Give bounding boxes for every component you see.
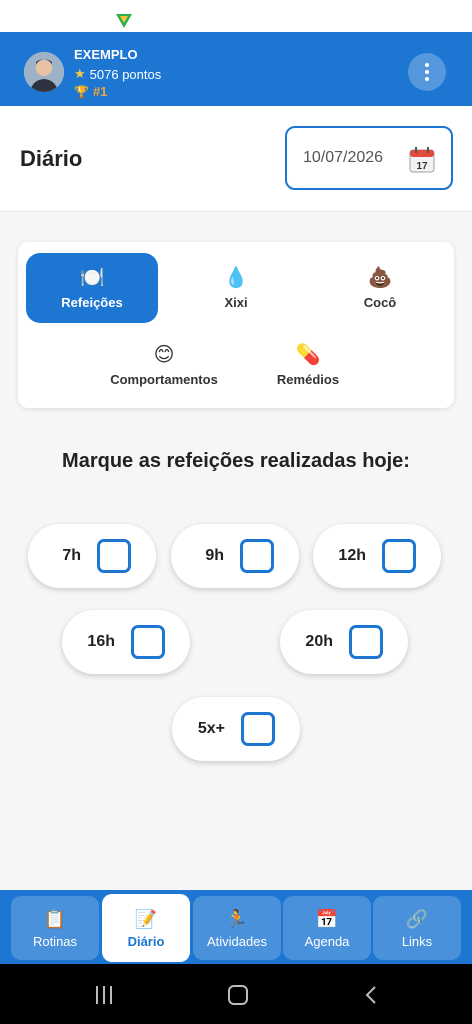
- more-vert-dot: [425, 77, 429, 81]
- category-label: Comportamentos: [110, 371, 218, 387]
- meal-label: 12h: [338, 547, 366, 564]
- category-refeicoes[interactable]: 🍽️ Refeições: [26, 253, 158, 323]
- meal-checkbox[interactable]: [382, 539, 416, 573]
- status-bar: [0, 0, 472, 32]
- memo-icon: 📝: [134, 908, 158, 929]
- meal-12h[interactable]: 12h: [313, 524, 441, 588]
- rank-label: #1: [92, 84, 108, 99]
- link-icon: 🔗: [405, 908, 429, 929]
- meal-label: 20h: [305, 633, 333, 650]
- pill-icon: 💊: [295, 343, 321, 366]
- category-remedios[interactable]: 💊 Remédios: [242, 330, 374, 400]
- meal-checkbox[interactable]: [240, 539, 274, 573]
- more-vert-icon: [425, 63, 429, 67]
- meal-label: 9h: [205, 547, 224, 564]
- category-comportamentos[interactable]: 😊 Comportamentos: [98, 330, 230, 400]
- category-label: Cocô: [363, 294, 397, 310]
- user-name: EXEMPLO: [74, 47, 138, 62]
- date-value: 10/07/2026: [303, 149, 384, 166]
- nav-atividades[interactable]: 🏃 Atividades: [193, 896, 281, 960]
- nav-diario[interactable]: 📝 Diário: [102, 894, 190, 962]
- nav-agenda[interactable]: 📅 Agenda: [283, 896, 371, 960]
- nav-label: Links: [401, 933, 433, 949]
- home-icon[interactable]: [228, 985, 248, 1005]
- points-label: 5076 pontos: [89, 66, 162, 82]
- category-coco[interactable]: 💩 Cocô: [314, 253, 446, 323]
- meal-16h[interactable]: 16h: [62, 610, 190, 674]
- nav-label: Diário: [127, 933, 165, 949]
- calendar-day: 17: [416, 161, 428, 172]
- bottom-nav: 📋 Rotinas 📝 Diário 🏃 Atividades 📅 Agenda…: [0, 890, 472, 964]
- category-label: Xixi: [224, 294, 248, 310]
- droplet-icon: 💧: [223, 266, 249, 289]
- page-title: Diário: [20, 146, 83, 171]
- more-vert-dot: [425, 70, 429, 74]
- meal-5x-plus[interactable]: 5x+: [172, 697, 300, 761]
- system-nav-bar: [0, 964, 472, 1024]
- nav-links[interactable]: 🔗 Links: [373, 896, 461, 960]
- meal-9h[interactable]: 9h: [171, 524, 299, 588]
- runner-icon: 🏃: [225, 908, 249, 929]
- meals-question: Marque as refeições realizadas hoje:: [62, 450, 410, 472]
- nav-label: Rotinas: [32, 933, 78, 949]
- diary-header: Diário 10/07/2026 17: [0, 106, 472, 212]
- user-rank: 🏆 #1: [74, 84, 107, 99]
- poop-icon: 💩: [367, 266, 393, 289]
- meal-label: 16h: [87, 633, 115, 650]
- app-logo-icon: [116, 14, 132, 28]
- date-field[interactable]: 10/07/2026 17: [285, 126, 453, 190]
- user-points: ★ 5076 pontos: [74, 66, 161, 82]
- nav-rotinas[interactable]: 📋 Rotinas: [11, 896, 99, 960]
- back-icon[interactable]: [362, 985, 382, 1005]
- plate-icon: 🍽️: [79, 266, 105, 289]
- meal-checkbox[interactable]: [349, 625, 383, 659]
- avatar[interactable]: [24, 52, 64, 92]
- category-xixi[interactable]: 💧 Xixi: [170, 253, 302, 323]
- meal-7h[interactable]: 7h: [28, 524, 156, 588]
- clipboard-icon: 📋: [43, 908, 67, 929]
- app-bar: EXEMPLO ★ 5076 pontos 🏆 #1: [0, 32, 472, 106]
- recents-icon[interactable]: [96, 986, 116, 1004]
- category-card: 🍽️ Refeições 💧 Xixi 💩 Cocô 😊 Comportamen…: [18, 242, 454, 408]
- category-label: Remédios: [276, 371, 340, 387]
- calendar-icon: 17: [409, 147, 435, 173]
- nav-label: Agenda: [304, 933, 350, 949]
- nav-label: Atividades: [207, 933, 267, 949]
- calendar-icon: 📅: [315, 908, 339, 929]
- user-photo-icon: [24, 52, 64, 92]
- meal-label: 7h: [62, 547, 81, 564]
- category-label: Refeições: [61, 294, 123, 310]
- meal-20h[interactable]: 20h: [280, 610, 408, 674]
- meal-checkbox[interactable]: [97, 539, 131, 573]
- meal-checkbox[interactable]: [131, 625, 165, 659]
- more-menu-button[interactable]: [408, 53, 446, 91]
- smile-icon: 😊: [153, 343, 175, 366]
- star-icon: ★: [74, 66, 86, 81]
- meal-checkbox[interactable]: [241, 712, 275, 746]
- meal-label: 5x+: [197, 720, 225, 737]
- trophy-icon: 🏆: [74, 84, 89, 99]
